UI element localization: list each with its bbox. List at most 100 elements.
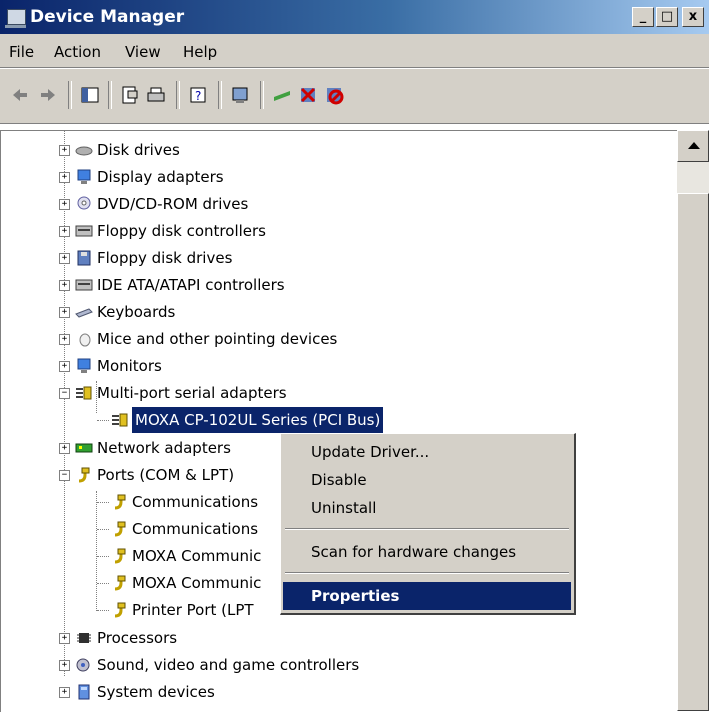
properties-icon[interactable] bbox=[120, 85, 140, 105]
expand-toggle[interactable]: + bbox=[59, 307, 70, 318]
show-hide-console-tree-icon[interactable] bbox=[80, 85, 100, 105]
toolbar: ? bbox=[0, 68, 709, 124]
tree-item-label: Disk drives bbox=[97, 141, 180, 159]
expand-toggle[interactable]: + bbox=[59, 280, 70, 291]
tree-item-label: System devices bbox=[97, 683, 215, 701]
tree-item-label: DVD/CD-ROM drives bbox=[97, 195, 249, 213]
forward-icon[interactable] bbox=[38, 85, 58, 105]
system-device-icon bbox=[78, 684, 90, 700]
update-driver-icon[interactable] bbox=[272, 85, 292, 105]
tree-item-ide-controllers[interactable]: + IDE ATA/ATAPI controllers bbox=[1, 272, 677, 298]
tree-connector bbox=[97, 556, 109, 557]
expand-toggle[interactable]: + bbox=[59, 253, 70, 264]
menu-item-scan-hardware[interactable]: Scan for hardware changes bbox=[283, 538, 571, 566]
toolbar-separator bbox=[68, 81, 72, 109]
tree-item-label: Printer Port (LPT bbox=[132, 601, 254, 619]
device-manager-icon bbox=[5, 9, 26, 28]
menu-item-update-driver[interactable]: Update Driver... bbox=[283, 438, 571, 466]
tree-item-display-adapters[interactable]: + Display adapters bbox=[1, 164, 677, 190]
port-icon bbox=[114, 602, 126, 618]
tree-item-label: Floppy disk controllers bbox=[97, 222, 266, 240]
toolbar-separator bbox=[218, 81, 222, 109]
tree-item-processors[interactable]: + Processors bbox=[1, 625, 677, 651]
mouse-icon bbox=[79, 333, 91, 347]
collapse-toggle[interactable]: − bbox=[59, 388, 70, 399]
dvd-drive-icon bbox=[77, 196, 91, 210]
sound-icon bbox=[76, 658, 90, 672]
menu-view[interactable]: View bbox=[125, 43, 161, 61]
tree-item-keyboards[interactable]: + Keyboards bbox=[1, 299, 677, 325]
print-icon[interactable] bbox=[146, 85, 166, 105]
serial-adapter-icon bbox=[112, 413, 128, 427]
disk-drive-icon bbox=[75, 146, 93, 156]
menu-file[interactable]: File bbox=[9, 43, 34, 61]
window-title: Device Manager bbox=[30, 7, 185, 27]
expand-toggle[interactable]: + bbox=[59, 226, 70, 237]
expand-toggle[interactable]: + bbox=[59, 334, 70, 345]
tree-item-label: Processors bbox=[97, 629, 178, 647]
processor-icon bbox=[77, 633, 91, 643]
menu-action[interactable]: Action bbox=[54, 43, 101, 61]
expand-toggle[interactable]: + bbox=[59, 172, 70, 183]
help-icon[interactable]: ? bbox=[188, 85, 208, 105]
toolbar-separator bbox=[260, 81, 264, 109]
tree-item-system-devices[interactable]: + System devices bbox=[1, 679, 677, 705]
tree-item-floppy-disk-drives[interactable]: + Floppy disk drives bbox=[1, 245, 677, 271]
tree-item-label: Ports (COM & LPT) bbox=[97, 466, 235, 484]
menu-item-properties[interactable]: Properties bbox=[283, 582, 571, 610]
close-button[interactable]: x bbox=[682, 7, 704, 27]
expand-toggle[interactable]: + bbox=[59, 633, 70, 644]
toolbar-separator bbox=[176, 81, 180, 109]
display-adapter-icon bbox=[77, 169, 91, 184]
tree-item-label: Communications bbox=[132, 493, 259, 511]
expand-toggle[interactable]: + bbox=[59, 199, 70, 210]
tree-connector bbox=[97, 420, 109, 421]
tree-item-monitors[interactable]: + Monitors bbox=[1, 353, 677, 379]
scroll-up-button[interactable] bbox=[677, 130, 709, 162]
scroll-thumb[interactable] bbox=[677, 193, 709, 711]
tree-connector bbox=[97, 529, 109, 530]
menu-help[interactable]: Help bbox=[183, 43, 217, 61]
tree-item-label: MOXA Communic bbox=[132, 547, 262, 565]
tree-item-disk-drives[interactable]: + Disk drives bbox=[1, 137, 677, 163]
tree-item-moxa-cp-102ul[interactable]: MOXA CP-102UL Series (PCI Bus) bbox=[1, 407, 677, 433]
back-icon[interactable] bbox=[10, 85, 30, 105]
expand-toggle[interactable]: + bbox=[59, 443, 70, 454]
tree-item-label: Floppy disk drives bbox=[97, 249, 233, 267]
title-bar: Device Manager _ □ x bbox=[0, 0, 709, 34]
tree-item-label-selected: MOXA CP-102UL Series (PCI Bus) bbox=[132, 407, 384, 433]
device-tree[interactable]: + Disk drives + Display adapters + DVD/C… bbox=[0, 130, 677, 712]
uninstall-icon[interactable] bbox=[298, 85, 318, 105]
disable-icon[interactable] bbox=[324, 85, 344, 105]
svg-text:?: ? bbox=[195, 89, 201, 103]
tree-connector bbox=[97, 583, 109, 584]
network-adapter-icon bbox=[75, 443, 93, 453]
expand-toggle[interactable]: + bbox=[59, 660, 70, 671]
maximize-button[interactable]: □ bbox=[656, 7, 678, 27]
tree-item-label: Monitors bbox=[97, 357, 162, 375]
floppy-controller-icon bbox=[75, 225, 93, 237]
menu-separator bbox=[285, 528, 569, 530]
tree-item-mice[interactable]: + Mice and other pointing devices bbox=[1, 326, 677, 352]
vertical-scrollbar[interactable] bbox=[677, 130, 709, 711]
expand-toggle[interactable]: + bbox=[59, 687, 70, 698]
minimize-button[interactable]: _ bbox=[632, 7, 654, 27]
tree-connector bbox=[97, 502, 109, 503]
tree-item-dvd-cd-rom-drives[interactable]: + DVD/CD-ROM drives bbox=[1, 191, 677, 217]
menu-item-disable[interactable]: Disable bbox=[283, 466, 571, 494]
port-icon bbox=[114, 521, 126, 537]
serial-adapter-icon bbox=[76, 386, 92, 400]
context-menu: Update Driver... Disable Uninstall Scan … bbox=[280, 433, 576, 615]
tree-item-floppy-disk-controllers[interactable]: + Floppy disk controllers bbox=[1, 218, 677, 244]
expand-toggle[interactable]: + bbox=[59, 361, 70, 372]
keyboard-icon bbox=[75, 308, 93, 318]
collapse-toggle[interactable]: − bbox=[59, 470, 70, 481]
tree-item-label: Mice and other pointing devices bbox=[97, 330, 338, 348]
tree-item-sound-video-game[interactable]: + Sound, video and game controllers bbox=[1, 652, 677, 678]
expand-toggle[interactable]: + bbox=[59, 145, 70, 156]
menu-bar: File Action View Help bbox=[0, 34, 709, 68]
tree-item-multi-port-serial-adapters[interactable]: − Multi-port serial adapters bbox=[1, 380, 677, 406]
scan-hardware-icon[interactable] bbox=[230, 85, 250, 105]
tree-item-label: IDE ATA/ATAPI controllers bbox=[97, 276, 285, 294]
menu-item-uninstall[interactable]: Uninstall bbox=[283, 494, 571, 522]
